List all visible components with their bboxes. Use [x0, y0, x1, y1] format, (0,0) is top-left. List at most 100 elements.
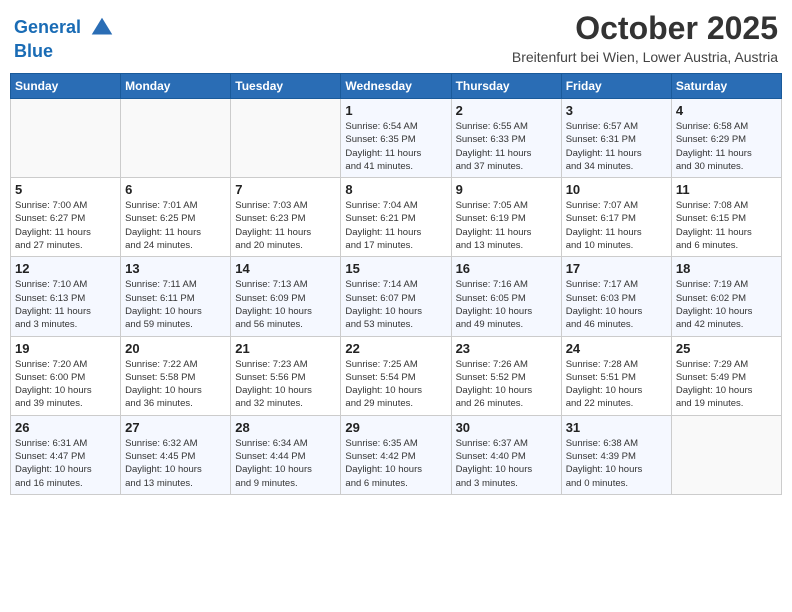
calendar-cell: 28 Sunrise: 6:34 AM Sunset: 4:44 PM Dayli…	[231, 415, 341, 494]
day-info: Sunrise: 7:19 AM Sunset: 6:02 PM Dayligh…	[676, 278, 777, 331]
day-info: Sunrise: 7:10 AM Sunset: 6:13 PM Dayligh…	[15, 278, 116, 331]
calendar-cell: 9 Sunrise: 7:05 AM Sunset: 6:19 PM Daylig…	[451, 178, 561, 257]
calendar-cell: 12Sunrise: 7:10 AM Sunset: 6:13 PM Dayli…	[11, 257, 121, 336]
day-number: 3	[566, 103, 667, 118]
calendar-cell: 8 Sunrise: 7:04 AM Sunset: 6:21 PM Daylig…	[341, 178, 451, 257]
day-number: 22	[345, 341, 446, 356]
day-info: Sunrise: 6:58 AM Sunset: 6:29 PM Dayligh…	[676, 120, 777, 173]
day-header-friday: Friday	[561, 74, 671, 99]
day-number: 17	[566, 261, 667, 276]
calendar-cell: 20 Sunrise: 7:22 AM Sunset: 5:58 PM Dayli…	[121, 336, 231, 415]
calendar-cell: 29 Sunrise: 6:35 AM Sunset: 4:42 PM Dayli…	[341, 415, 451, 494]
logo: General Blue	[14, 14, 116, 62]
calendar-table: SundayMondayTuesdayWednesdayThursdayFrid…	[10, 73, 782, 495]
calendar-cell: 3 Sunrise: 6:57 AM Sunset: 6:31 PM Daylig…	[561, 99, 671, 178]
page-header: General Blue October 2025 Breitenfurt be…	[10, 10, 782, 65]
day-number: 24	[566, 341, 667, 356]
week-row-1: 1 Sunrise: 6:54 AM Sunset: 6:35 PM Daylig…	[11, 99, 782, 178]
day-number: 20	[125, 341, 226, 356]
day-number: 26	[15, 420, 116, 435]
calendar-cell: 17Sunrise: 7:17 AM Sunset: 6:03 PM Dayli…	[561, 257, 671, 336]
day-info: Sunrise: 6:55 AM Sunset: 6:33 PM Dayligh…	[456, 120, 557, 173]
day-info: Sunrise: 7:05 AM Sunset: 6:19 PM Dayligh…	[456, 199, 557, 252]
calendar-cell: 14 Sunrise: 7:13 AM Sunset: 6:09 PM Dayli…	[231, 257, 341, 336]
day-number: 14	[235, 261, 336, 276]
calendar-cell: 25Sunrise: 7:29 AM Sunset: 5:49 PM Dayli…	[671, 336, 781, 415]
calendar-cell: 2Sunrise: 6:55 AM Sunset: 6:33 PM Daylig…	[451, 99, 561, 178]
day-number: 4	[676, 103, 777, 118]
day-info: Sunrise: 6:32 AM Sunset: 4:45 PM Dayligh…	[125, 437, 226, 490]
day-number: 16	[456, 261, 557, 276]
calendar-cell: 21 Sunrise: 7:23 AM Sunset: 5:56 PM Dayli…	[231, 336, 341, 415]
day-number: 28	[235, 420, 336, 435]
week-row-2: 5Sunrise: 7:00 AM Sunset: 6:27 PM Daylig…	[11, 178, 782, 257]
day-info: Sunrise: 7:14 AM Sunset: 6:07 PM Dayligh…	[345, 278, 446, 331]
day-info: Sunrise: 7:11 AM Sunset: 6:11 PM Dayligh…	[125, 278, 226, 331]
calendar-cell: 11 Sunrise: 7:08 AM Sunset: 6:15 PM Dayli…	[671, 178, 781, 257]
day-info: Sunrise: 6:34 AM Sunset: 4:44 PM Dayligh…	[235, 437, 336, 490]
day-info: Sunrise: 7:20 AM Sunset: 6:00 PM Dayligh…	[15, 358, 116, 411]
calendar-cell	[231, 99, 341, 178]
day-header-tuesday: Tuesday	[231, 74, 341, 99]
calendar-cell: 13 Sunrise: 7:11 AM Sunset: 6:11 PM Dayli…	[121, 257, 231, 336]
logo-blue: Blue	[14, 42, 116, 62]
calendar-cell: 7 Sunrise: 7:03 AM Sunset: 6:23 PM Daylig…	[231, 178, 341, 257]
day-info: Sunrise: 6:38 AM Sunset: 4:39 PM Dayligh…	[566, 437, 667, 490]
calendar-cell: 4 Sunrise: 6:58 AM Sunset: 6:29 PM Daylig…	[671, 99, 781, 178]
day-number: 7	[235, 182, 336, 197]
day-number: 11	[676, 182, 777, 197]
day-number: 10	[566, 182, 667, 197]
day-number: 8	[345, 182, 446, 197]
day-info: Sunrise: 7:03 AM Sunset: 6:23 PM Dayligh…	[235, 199, 336, 252]
location-title: Breitenfurt bei Wien, Lower Austria, Aus…	[512, 49, 778, 65]
calendar-cell: 27 Sunrise: 6:32 AM Sunset: 4:45 PM Dayli…	[121, 415, 231, 494]
day-number: 21	[235, 341, 336, 356]
week-row-4: 19 Sunrise: 7:20 AM Sunset: 6:00 PM Dayli…	[11, 336, 782, 415]
day-number: 5	[15, 182, 116, 197]
day-info: Sunrise: 7:13 AM Sunset: 6:09 PM Dayligh…	[235, 278, 336, 331]
calendar-cell	[121, 99, 231, 178]
day-info: Sunrise: 7:22 AM Sunset: 5:58 PM Dayligh…	[125, 358, 226, 411]
calendar-cell: 5Sunrise: 7:00 AM Sunset: 6:27 PM Daylig…	[11, 178, 121, 257]
calendar-cell: 15 Sunrise: 7:14 AM Sunset: 6:07 PM Dayli…	[341, 257, 451, 336]
day-number: 13	[125, 261, 226, 276]
day-info: Sunrise: 6:37 AM Sunset: 4:40 PM Dayligh…	[456, 437, 557, 490]
calendar-cell: 1 Sunrise: 6:54 AM Sunset: 6:35 PM Daylig…	[341, 99, 451, 178]
calendar-cell: 30Sunrise: 6:37 AM Sunset: 4:40 PM Dayli…	[451, 415, 561, 494]
calendar-cell: 16 Sunrise: 7:16 AM Sunset: 6:05 PM Dayli…	[451, 257, 561, 336]
calendar-header-row: SundayMondayTuesdayWednesdayThursdayFrid…	[11, 74, 782, 99]
calendar-cell: 18Sunrise: 7:19 AM Sunset: 6:02 PM Dayli…	[671, 257, 781, 336]
week-row-5: 26 Sunrise: 6:31 AM Sunset: 4:47 PM Dayli…	[11, 415, 782, 494]
calendar-cell: 22 Sunrise: 7:25 AM Sunset: 5:54 PM Dayli…	[341, 336, 451, 415]
day-info: Sunrise: 6:54 AM Sunset: 6:35 PM Dayligh…	[345, 120, 446, 173]
day-info: Sunrise: 7:23 AM Sunset: 5:56 PM Dayligh…	[235, 358, 336, 411]
day-info: Sunrise: 6:31 AM Sunset: 4:47 PM Dayligh…	[15, 437, 116, 490]
calendar-cell: 26 Sunrise: 6:31 AM Sunset: 4:47 PM Dayli…	[11, 415, 121, 494]
calendar-cell: 19 Sunrise: 7:20 AM Sunset: 6:00 PM Dayli…	[11, 336, 121, 415]
day-info: Sunrise: 6:57 AM Sunset: 6:31 PM Dayligh…	[566, 120, 667, 173]
day-number: 23	[456, 341, 557, 356]
day-number: 9	[456, 182, 557, 197]
day-info: Sunrise: 7:25 AM Sunset: 5:54 PM Dayligh…	[345, 358, 446, 411]
day-number: 29	[345, 420, 446, 435]
day-number: 15	[345, 261, 446, 276]
day-number: 1	[345, 103, 446, 118]
calendar-cell: 24Sunrise: 7:28 AM Sunset: 5:51 PM Dayli…	[561, 336, 671, 415]
calendar-cell: 23 Sunrise: 7:26 AM Sunset: 5:52 PM Dayli…	[451, 336, 561, 415]
day-info: Sunrise: 7:26 AM Sunset: 5:52 PM Dayligh…	[456, 358, 557, 411]
day-header-thursday: Thursday	[451, 74, 561, 99]
logo-text: General	[14, 14, 116, 42]
day-number: 19	[15, 341, 116, 356]
day-number: 27	[125, 420, 226, 435]
day-info: Sunrise: 7:01 AM Sunset: 6:25 PM Dayligh…	[125, 199, 226, 252]
day-header-wednesday: Wednesday	[341, 74, 451, 99]
day-info: Sunrise: 7:08 AM Sunset: 6:15 PM Dayligh…	[676, 199, 777, 252]
calendar-cell: 10Sunrise: 7:07 AM Sunset: 6:17 PM Dayli…	[561, 178, 671, 257]
day-info: Sunrise: 7:04 AM Sunset: 6:21 PM Dayligh…	[345, 199, 446, 252]
calendar-cell	[11, 99, 121, 178]
day-number: 25	[676, 341, 777, 356]
day-info: Sunrise: 6:35 AM Sunset: 4:42 PM Dayligh…	[345, 437, 446, 490]
calendar-cell: 6Sunrise: 7:01 AM Sunset: 6:25 PM Daylig…	[121, 178, 231, 257]
day-info: Sunrise: 7:16 AM Sunset: 6:05 PM Dayligh…	[456, 278, 557, 331]
month-title: October 2025	[512, 10, 778, 47]
